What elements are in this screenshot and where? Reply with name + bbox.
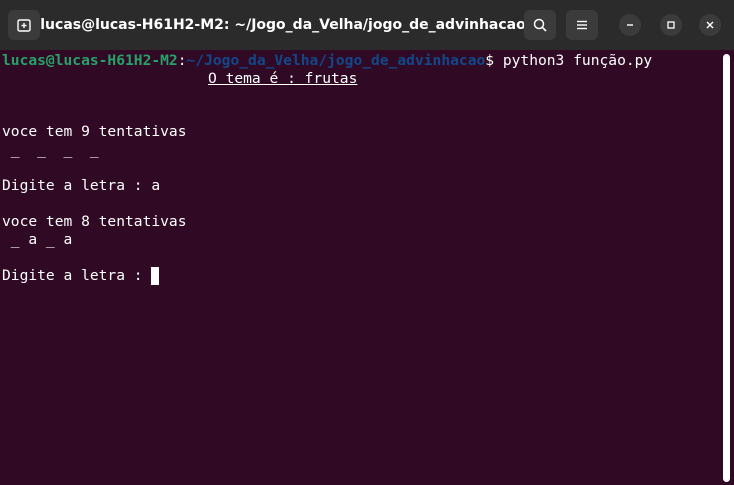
theme-line: O tema é : frutas	[208, 70, 357, 88]
prompt-user: lucas@lucas-H61H2-M2	[2, 52, 178, 69]
close-button[interactable]	[699, 14, 721, 36]
command-line: lucas@lucas-H61H2-M2:~/Jogo_da_Velha/jog…	[2, 52, 652, 70]
command-text: python3 função.py	[502, 52, 653, 69]
menu-button[interactable]	[566, 10, 598, 40]
maximize-icon	[667, 21, 675, 29]
terminal-output[interactable]: lucas@lucas-H61H2-M2:~/Jogo_da_Velha/jog…	[0, 50, 722, 485]
input-line-2[interactable]: Digite a letra :	[2, 267, 160, 285]
search-button[interactable]	[524, 10, 556, 40]
minimize-button[interactable]	[619, 14, 641, 36]
theme-text: O tema é : frutas	[208, 70, 358, 87]
prompt-symbol: $	[485, 52, 503, 69]
minimize-icon	[627, 24, 633, 26]
word-board-2: _ a _ a	[2, 231, 73, 248]
maximize-button[interactable]	[660, 14, 682, 36]
scrollbar[interactable]	[723, 54, 730, 482]
attempts-line-2: voce tem 8 tentativas	[2, 213, 187, 230]
word-board-1: _ _ _ _	[2, 141, 99, 158]
close-icon	[706, 21, 714, 29]
attempts-line-1: voce tem 9 tentativas	[2, 123, 187, 140]
prompt-separator: :	[177, 52, 187, 69]
input-prompt-2: Digite a letra :	[2, 267, 152, 284]
prompt-path: ~/Jogo_da_Velha/jogo_de_advinhacao	[186, 52, 486, 69]
terminal-window: lucas@lucas-H61H2-M2: ~/Jogo_da_Velha/jo…	[0, 0, 734, 485]
new-tab-button[interactable]	[8, 10, 40, 40]
text-cursor	[151, 267, 160, 285]
search-icon	[533, 18, 547, 32]
title-bar: lucas@lucas-H61H2-M2: ~/Jogo_da_Velha/jo…	[0, 0, 734, 50]
new-tab-icon	[17, 19, 31, 32]
input-line-1: Digite a letra : a	[2, 177, 161, 194]
hamburger-menu-icon	[577, 20, 587, 30]
